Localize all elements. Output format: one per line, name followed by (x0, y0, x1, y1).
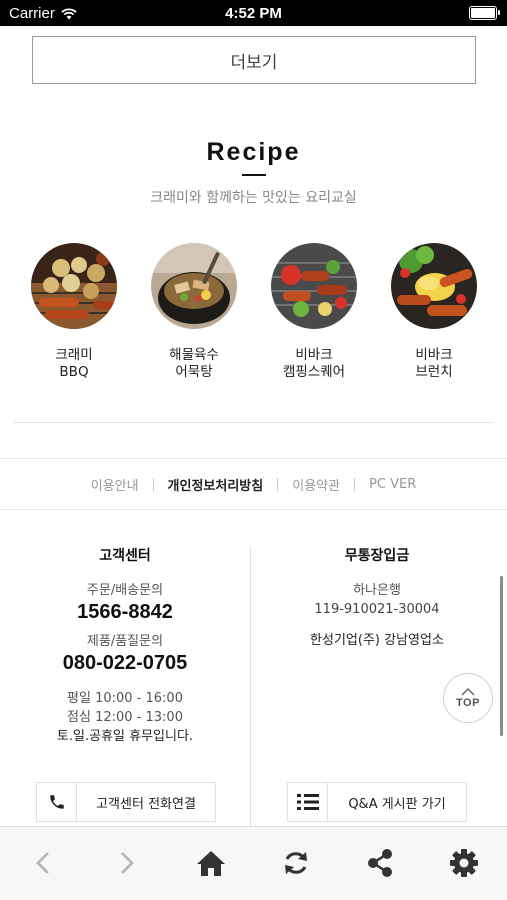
call-center-label: 고객센터 전화연결 (96, 796, 196, 812)
refresh-button[interactable] (276, 843, 316, 883)
order-inquiry-label: 주문/배송문의 (86, 583, 164, 598)
link-pc-version[interactable]: PC VER (355, 477, 430, 492)
recipe-name: 크래미 BBQ (55, 347, 93, 380)
back-button[interactable] (23, 843, 63, 883)
weekday-hours: 평일 10:00 - 16:00 (67, 691, 183, 706)
recipe-subtitle: 크래미와 함께하는 맛있는 요리교실 (150, 190, 357, 206)
customer-center-title: 고객센터 (99, 548, 151, 564)
list-icon (288, 783, 328, 821)
product-phone[interactable]: 080-022-0705 (0, 652, 250, 675)
scroll-top-button[interactable]: TOP (443, 673, 493, 723)
qa-board-label: Q&A 게시판 가기 (348, 796, 446, 812)
bank-name: 하나은행 (353, 583, 401, 598)
battery-icon (469, 6, 500, 20)
title-underline (242, 174, 266, 176)
bank-transfer-title: 무통장입금 (344, 548, 410, 564)
home-button[interactable] (191, 843, 231, 883)
gear-icon (450, 849, 478, 877)
recipe-image-brunch (391, 243, 477, 329)
qa-board-button[interactable]: Q&A 게시판 가기 (287, 782, 467, 822)
holiday-notice: 토.일.공휴일 휴무입니다. (56, 729, 194, 744)
more-button[interactable]: 더보기 (32, 36, 476, 84)
phone-icon (37, 783, 77, 821)
product-inquiry-label: 제품/품질문의 (86, 634, 164, 649)
chevron-left-icon (36, 852, 49, 874)
bottom-toolbar (0, 826, 507, 900)
recipe-image-fishcake-soup (151, 243, 237, 329)
link-terms[interactable]: 이용약관 (278, 475, 354, 494)
scrollbar[interactable] (500, 576, 503, 736)
status-bar: Carrier 4:52 PM (0, 0, 507, 26)
forward-button[interactable] (107, 843, 147, 883)
lunch-hours: 점심 12:00 - 13:00 (67, 710, 183, 725)
recipe-title: Recipe (206, 138, 301, 166)
recipe-item-fishcake-soup[interactable]: 해물육수 어묵탕 (134, 243, 254, 381)
share-button[interactable] (360, 843, 400, 883)
recipe-name: 비바크 캠핑스퀘어 (282, 347, 346, 380)
bank-transfer: 무통장입금 하나은행 119-910021-30004 한성기업(주) 강남영업… (252, 545, 502, 648)
scroll-top-label: TOP (456, 696, 480, 709)
recipe-name: 해물육수 어묵탕 (169, 347, 219, 380)
bank-account: 119-910021-30004 (314, 602, 440, 617)
chevron-up-icon (461, 687, 475, 696)
link-privacy-policy[interactable]: 개인정보처리방침 (154, 475, 278, 494)
section-divider (14, 422, 493, 423)
recipe-name: 비바크 브런치 (415, 347, 453, 380)
recipe-item-bbq[interactable]: 크래미 BBQ (14, 243, 134, 381)
status-time: 4:52 PM (225, 5, 282, 22)
recipe-image-bbq (31, 243, 117, 329)
account-holder: 한성기업(주) 강남영업소 (310, 633, 444, 648)
recipe-item-brunch[interactable]: 비바크 브런치 (374, 243, 494, 381)
customer-center: 고객센터 주문/배송문의 1566-8842 제품/품질문의 080-022-0… (0, 545, 250, 746)
chevron-right-icon (121, 852, 134, 874)
call-center-button[interactable]: 고객센터 전화연결 (36, 782, 216, 822)
recipe-item-camping-square[interactable]: 비바크 캠핑스퀘어 (254, 243, 374, 381)
footer-links: 이용안내 개인정보처리방침 이용약관 PC VER (0, 458, 507, 510)
settings-button[interactable] (444, 843, 484, 883)
refresh-icon (285, 852, 307, 874)
recipe-image-camping-square (271, 243, 357, 329)
column-divider (250, 546, 251, 826)
order-phone[interactable]: 1566-8842 (0, 601, 250, 624)
link-usage-guide[interactable]: 이용안내 (77, 475, 153, 494)
home-icon (197, 851, 225, 876)
share-icon (368, 849, 392, 877)
